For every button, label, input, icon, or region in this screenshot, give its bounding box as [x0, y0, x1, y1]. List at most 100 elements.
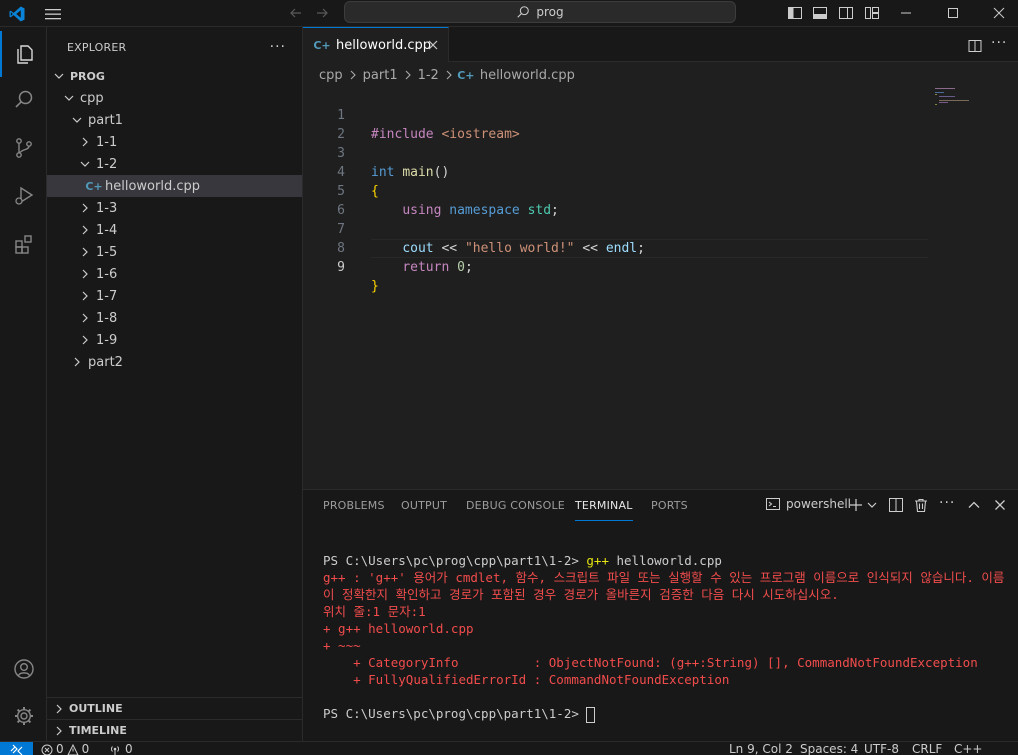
- tree-folder-1-8[interactable]: 1-8: [47, 307, 302, 329]
- code-line: 7 cout << "hello world!" << endl;: [303, 201, 928, 256]
- search-icon: [14, 90, 32, 108]
- chevron-right-icon: [350, 70, 356, 80]
- problems-indicator[interactable]: 0 0: [41, 743, 89, 755]
- terminal-line: PS C:\Users\pc\prog\cpp\part1\1-2> g++ h…: [323, 553, 722, 568]
- tree-folder-1-1[interactable]: 1-1: [47, 131, 302, 153]
- plus-icon[interactable]: [848, 497, 864, 513]
- terminal-shell-selector[interactable]: powershell: [765, 496, 851, 512]
- chevron-right-icon: [51, 701, 67, 717]
- vscode-logo-icon[interactable]: [8, 5, 26, 23]
- arrow-left-icon[interactable]: [288, 5, 304, 21]
- breadcrumb-item[interactable]: part1: [363, 68, 398, 83]
- tree-folder-1-2[interactable]: 1-2: [47, 153, 302, 175]
- tree-label: 1-6: [96, 266, 118, 282]
- line-number: 9: [337, 260, 345, 275]
- code-token: return: [402, 260, 450, 275]
- breadcrumb-item[interactable]: helloworld.cpp: [480, 68, 575, 83]
- panel-tab-problems[interactable]: PROBLEMS: [323, 499, 385, 521]
- command-center-search[interactable]: prog: [344, 1, 736, 23]
- extensions-activity[interactable]: [0, 221, 47, 267]
- ports-indicator[interactable]: 0: [108, 743, 133, 755]
- tree-label: 1-3: [96, 200, 118, 216]
- run-debug-icon: [14, 186, 33, 205]
- timeline-label: TIMELINE: [69, 724, 127, 737]
- shell-label: powershell: [786, 497, 851, 511]
- tree-file-helloworld[interactable]: C+ helloworld.cpp: [47, 175, 302, 197]
- close-icon[interactable]: [992, 497, 1008, 513]
- tree-label: helloworld.cpp: [105, 178, 200, 194]
- tree-folder-1-4[interactable]: 1-4: [47, 219, 302, 241]
- tree-label: 1-8: [96, 310, 118, 326]
- tree-label: 1-7: [96, 288, 118, 304]
- terminal-output[interactable]: PS C:\Users\pc\prog\cpp\part1\1-2> g++ h…: [323, 552, 1013, 723]
- tree-folder-cpp[interactable]: cpp: [47, 87, 302, 109]
- tree-folder-part2[interactable]: part2: [47, 351, 302, 373]
- remote-indicator[interactable]: [0, 742, 33, 755]
- toggle-primary-sidebar-icon[interactable]: [787, 5, 803, 21]
- cursor-position[interactable]: Ln 9, Col 2: [729, 743, 793, 755]
- panel-tab-ports[interactable]: PORTS: [651, 499, 688, 521]
- toggle-secondary-sidebar-icon[interactable]: [838, 5, 854, 21]
- customize-layout-icon[interactable]: [864, 5, 880, 21]
- encoding-indicator[interactable]: UTF-8: [864, 743, 899, 755]
- explorer-activity[interactable]: [0, 31, 47, 77]
- tree-root-prog[interactable]: PROG: [47, 65, 302, 87]
- timeline-section[interactable]: TIMELINE: [47, 719, 302, 741]
- tree-folder-1-7[interactable]: 1-7: [47, 285, 302, 307]
- editor-more-actions-icon[interactable]: ···: [991, 35, 1007, 51]
- eol-indicator[interactable]: CRLF: [912, 743, 942, 755]
- close-window-icon[interactable]: [990, 4, 1008, 22]
- cpp-file-icon: C+: [85, 179, 103, 193]
- language-indicator[interactable]: C++: [954, 743, 983, 755]
- tree-folder-1-3[interactable]: 1-3: [47, 197, 302, 219]
- panel-tab-debug-console[interactable]: DEBUG CONSOLE: [466, 499, 565, 521]
- breadcrumb-item[interactable]: 1-2: [418, 68, 439, 83]
- terminal-error-line: + CategoryInfo : ObjectNotFound: (g++:St…: [323, 655, 978, 670]
- code-line: 8 return 0;: [303, 220, 928, 275]
- panel-tab-output[interactable]: OUTPUT: [401, 499, 447, 521]
- editor-tab-bar: C+ helloworld.cpp ···: [303, 27, 1018, 62]
- minimize-icon[interactable]: [897, 4, 915, 22]
- panel-more-actions-icon[interactable]: ···: [939, 495, 955, 511]
- breadcrumb-item[interactable]: cpp: [319, 68, 343, 83]
- run-debug-activity[interactable]: [0, 173, 47, 219]
- outline-section[interactable]: OUTLINE: [47, 697, 302, 719]
- close-icon[interactable]: [426, 38, 440, 52]
- error-count: 0: [56, 742, 64, 755]
- minimap[interactable]: [935, 86, 995, 126]
- chevron-right-icon: [69, 354, 85, 370]
- tree-folder-1-5[interactable]: 1-5: [47, 241, 302, 263]
- gear-icon: [14, 707, 33, 725]
- maximize-icon[interactable]: [944, 4, 962, 22]
- ports-count: 0: [125, 742, 133, 755]
- tree-folder-part1[interactable]: part1: [47, 109, 302, 131]
- terminal-cursor: [586, 706, 596, 723]
- accounts-activity[interactable]: [0, 646, 47, 692]
- toggle-panel-icon[interactable]: [812, 5, 828, 21]
- terminal-line: PS C:\Users\pc\prog\cpp\part1\1-2>: [323, 705, 1013, 723]
- split-editor-icon[interactable]: [968, 39, 982, 53]
- chevron-up-icon[interactable]: [966, 497, 982, 513]
- tree-folder-1-6[interactable]: 1-6: [47, 263, 302, 285]
- split-terminal-icon[interactable]: [888, 497, 904, 513]
- account-icon: [13, 659, 34, 679]
- source-control-activity[interactable]: [0, 125, 47, 171]
- activity-bar: [0, 27, 47, 741]
- panel-tab-terminal[interactable]: TERMINAL: [575, 499, 633, 521]
- chevron-down-icon[interactable]: [866, 497, 878, 513]
- code-line: 5 using namespace std;: [303, 163, 928, 218]
- search-activity[interactable]: [0, 77, 47, 123]
- manage-activity[interactable]: [0, 693, 47, 739]
- tab-helloworld-cpp[interactable]: C+ helloworld.cpp: [303, 27, 449, 62]
- hamburger-menu-icon[interactable]: [44, 6, 62, 22]
- indentation-indicator[interactable]: Spaces: 4: [800, 743, 858, 755]
- trash-icon[interactable]: [913, 497, 929, 513]
- terminal-error-line: 위치 줄:1 문자:1: [323, 604, 426, 619]
- code-editor[interactable]: 1 #include <iostream> 2 3 int main() 4 {…: [303, 86, 1018, 488]
- arrow-right-icon[interactable]: [314, 5, 330, 21]
- more-actions-icon[interactable]: ···: [270, 39, 286, 55]
- tree-folder-1-9[interactable]: 1-9: [47, 329, 302, 351]
- bottom-panel: PROBLEMS OUTPUT DEBUG CONSOLE TERMINAL P…: [303, 489, 1018, 741]
- remote-icon: [10, 744, 23, 755]
